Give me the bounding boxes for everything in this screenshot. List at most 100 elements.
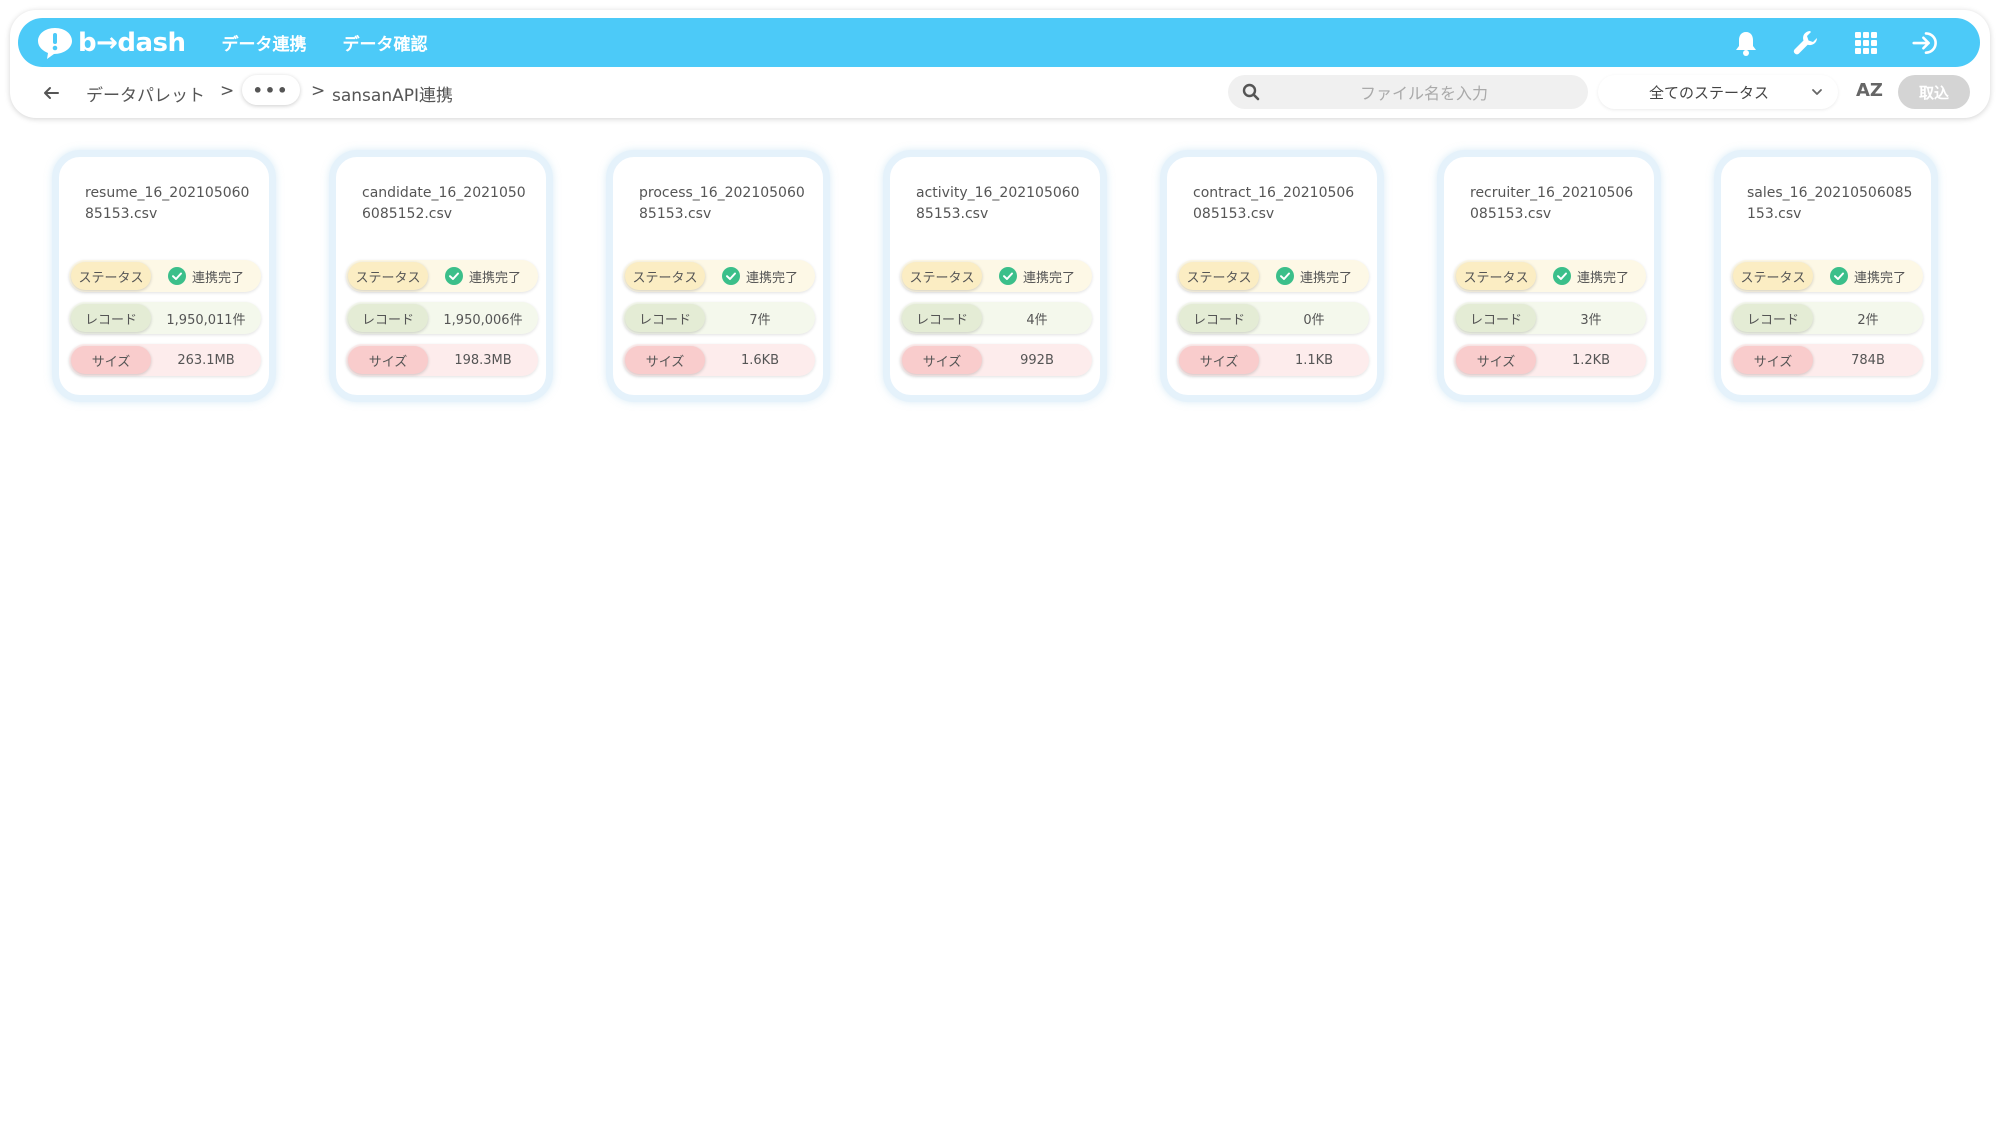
status-label: ステータス: [71, 262, 151, 290]
record-label: レコード: [1733, 304, 1813, 332]
status-value: 連携完了: [151, 267, 261, 286]
record-label: レコード: [71, 304, 151, 332]
record-value: 0件: [1303, 312, 1325, 328]
breadcrumb-separator: >: [311, 81, 326, 101]
status-row: ステータス 連携完了: [623, 260, 815, 292]
check-circle-icon: [1275, 267, 1294, 285]
bell-icon[interactable]: [1732, 29, 1760, 57]
record-row: レコード 4件: [900, 302, 1092, 334]
record-value: 1,950,006件: [443, 312, 523, 328]
app-logo[interactable]: b→dash: [36, 18, 186, 67]
record-value: 2件: [1857, 312, 1879, 328]
sub-toolbar: データパレット > ••• > sansanAPI連携 全てのステータス AZ …: [0, 70, 2000, 116]
size-value: 1.6KB: [740, 352, 780, 368]
size-label: サイズ: [902, 346, 982, 374]
check-circle-icon: [998, 267, 1017, 285]
size-label: サイズ: [1733, 346, 1813, 374]
record-label: レコード: [902, 304, 982, 332]
logo-text: b→dash: [78, 27, 186, 58]
file-card[interactable]: candidate_16_20210506085152.csv ステータス 連携…: [329, 150, 553, 402]
status-value: 連携完了: [1813, 267, 1923, 286]
back-arrow-icon[interactable]: [40, 82, 62, 104]
search-input[interactable]: [1272, 75, 1576, 111]
record-label: レコード: [1456, 304, 1536, 332]
status-label: ステータス: [625, 262, 705, 290]
size-row: サイズ 198.3MB: [346, 344, 538, 376]
nav-data-integration[interactable]: データ連携: [222, 30, 307, 55]
size-label: サイズ: [625, 346, 705, 374]
breadcrumb-root[interactable]: データパレット: [86, 81, 205, 106]
status-text: 連携完了: [1576, 270, 1629, 286]
size-value: 1.2KB: [1571, 352, 1611, 368]
check-circle-icon: [1829, 267, 1848, 285]
sort-az-icon[interactable]: AZ: [1856, 80, 1884, 104]
record-row: レコード 2件: [1731, 302, 1923, 334]
breadcrumb-current: sansanAPI連携: [332, 86, 453, 106]
status-filter-value: 全てのステータス: [1648, 83, 1769, 102]
logo-bubble-icon: [38, 27, 72, 59]
file-name: sales_16_20210506085153.csv: [1747, 185, 1913, 222]
grid-icon[interactable]: [1852, 29, 1880, 57]
file-search: [1228, 75, 1588, 111]
file-name: resume_16_20210506085153.csv: [85, 185, 250, 222]
file-name: recruiter_16_20210506085153.csv: [1470, 185, 1634, 222]
file-card[interactable]: sales_16_20210506085153.csv ステータス 連携完了 レ…: [1714, 150, 1938, 402]
status-label: ステータス: [348, 262, 428, 290]
status-value: 連携完了: [428, 267, 538, 286]
status-label: ステータス: [1733, 262, 1813, 290]
record-row: レコード 3件: [1454, 302, 1646, 334]
record-value: 4件: [1026, 312, 1048, 328]
header-icon-group: [1700, 29, 1940, 57]
status-row: ステータス 連携完了: [1177, 260, 1369, 292]
status-filter-select[interactable]: 全てのステータス: [1598, 75, 1838, 109]
status-text: 連携完了: [191, 270, 244, 286]
file-name: process_16_20210506085153.csv: [639, 185, 805, 222]
status-text: 連携完了: [1022, 270, 1075, 286]
breadcrumb-ellipsis-button[interactable]: •••: [242, 75, 300, 105]
status-value: 連携完了: [705, 267, 815, 286]
login-icon[interactable]: [1912, 29, 1940, 57]
status-row: ステータス 連携完了: [1731, 260, 1923, 292]
status-label: ステータス: [1179, 262, 1259, 290]
size-value: 992B: [1020, 352, 1054, 368]
file-card[interactable]: activity_16_20210506085153.csv ステータス 連携完…: [883, 150, 1107, 402]
size-label: サイズ: [1456, 346, 1536, 374]
check-circle-icon: [444, 267, 463, 285]
chevron-down-icon: [1812, 89, 1822, 95]
status-text: 連携完了: [1299, 270, 1352, 286]
file-name: contract_16_20210506085153.csv: [1193, 185, 1355, 222]
file-card[interactable]: resume_16_20210506085153.csv ステータス 連携完了 …: [52, 150, 276, 402]
check-circle-icon: [1552, 267, 1571, 285]
record-label: レコード: [625, 304, 705, 332]
check-circle-icon: [167, 267, 186, 285]
size-row: サイズ 1.2KB: [1454, 344, 1646, 376]
file-name: activity_16_20210506085153.csv: [916, 185, 1080, 222]
file-card[interactable]: recruiter_16_20210506085153.csv ステータス 連携…: [1437, 150, 1661, 402]
top-navigation-bar: b→dash データ連携 データ確認: [18, 18, 1980, 67]
size-row: サイズ 263.1MB: [69, 344, 261, 376]
status-text: 連携完了: [745, 270, 798, 286]
record-label: レコード: [1179, 304, 1259, 332]
record-value: 3件: [1580, 312, 1602, 328]
size-row: サイズ 784B: [1731, 344, 1923, 376]
record-row: レコード 7件: [623, 302, 815, 334]
record-row: レコード 0件: [1177, 302, 1369, 334]
size-row: サイズ 1.1KB: [1177, 344, 1369, 376]
size-value: 198.3MB: [454, 352, 512, 368]
nav-data-check[interactable]: データ確認: [343, 30, 428, 55]
import-button[interactable]: 取込: [1898, 75, 1970, 109]
breadcrumb-separator: >: [220, 81, 235, 101]
status-text: 連携完了: [1853, 270, 1906, 286]
status-row: ステータス 連携完了: [69, 260, 261, 292]
size-row: サイズ 992B: [900, 344, 1092, 376]
status-value: 連携完了: [982, 267, 1092, 286]
record-label: レコード: [348, 304, 428, 332]
size-value: 784B: [1851, 352, 1885, 368]
size-value: 263.1MB: [177, 352, 235, 368]
status-label: ステータス: [1456, 262, 1536, 290]
wrench-icon[interactable]: [1792, 29, 1820, 57]
file-name: candidate_16_20210506085152.csv: [362, 185, 526, 222]
file-card[interactable]: contract_16_20210506085153.csv ステータス 連携完…: [1160, 150, 1384, 402]
file-card[interactable]: process_16_20210506085153.csv ステータス 連携完了…: [606, 150, 830, 402]
record-value: 1,950,011件: [166, 312, 246, 328]
